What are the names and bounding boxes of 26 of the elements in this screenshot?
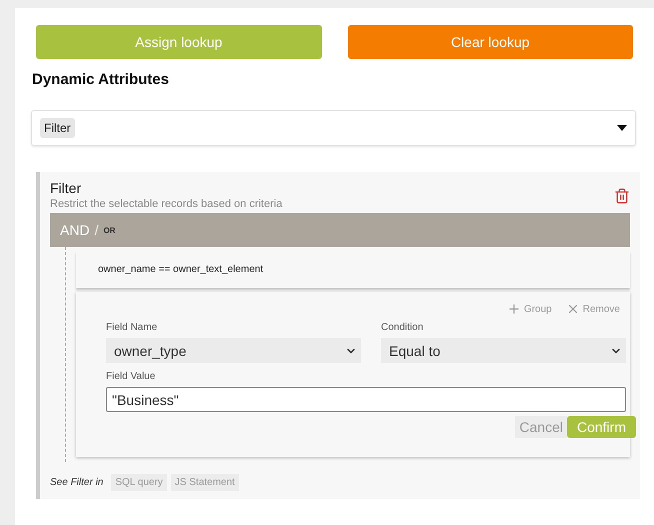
field-name-select[interactable]: owner_type xyxy=(106,338,361,363)
conjunction-toggle[interactable]: OR xyxy=(103,226,116,234)
field-value-input[interactable]: "Business" xyxy=(106,387,626,412)
field-label: Condition xyxy=(381,322,424,333)
field-label: Field Value xyxy=(106,371,156,382)
separator: / xyxy=(94,222,98,238)
cancel-button[interactable]: Cancel xyxy=(515,416,567,438)
see-filter-label: See Filter in xyxy=(50,477,104,488)
add-group-button[interactable]: Group xyxy=(506,302,552,316)
field-label: Field Name xyxy=(106,322,158,333)
format-link[interactable]: SQL query xyxy=(111,474,167,491)
filter-tag: Filter xyxy=(40,118,75,138)
filter-title: Filter xyxy=(50,180,82,196)
section-title: Dynamic Attributes xyxy=(32,71,170,88)
plus-icon xyxy=(506,302,521,316)
format-link[interactable]: JS Statement xyxy=(170,474,239,491)
dropdown-caret-icon xyxy=(617,125,627,131)
filter-description: Restrict the selectable records based on criteria xyxy=(50,198,282,210)
assign-button[interactable]: Assign lookup xyxy=(36,25,322,59)
clear-button[interactable]: Clear lookup xyxy=(348,25,633,59)
confirm-button[interactable]: Confirm xyxy=(566,416,636,438)
conjunction-toggle[interactable]: AND xyxy=(60,222,90,238)
condition-select[interactable]: Equal to xyxy=(381,338,626,363)
delete-icon[interactable] xyxy=(614,188,630,204)
attribute-select[interactable]: Filter xyxy=(31,110,636,146)
remove-button[interactable]: Remove xyxy=(566,302,620,316)
